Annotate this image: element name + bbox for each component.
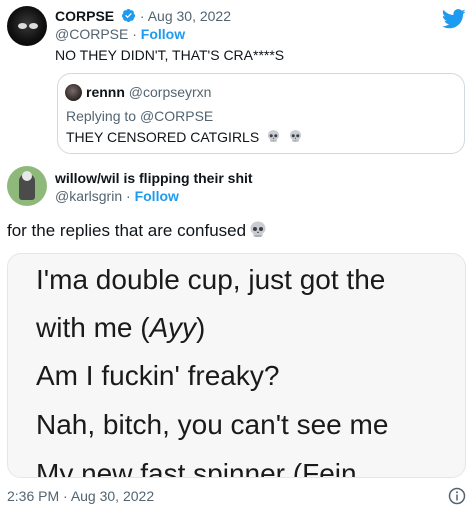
- main-handle-row: @CORPSE · Follow: [55, 26, 186, 42]
- replying-to-handle[interactable]: @CORPSE: [140, 108, 213, 124]
- tweet-media-image[interactable]: I'ma double cup, just got the with me (A…: [7, 253, 466, 478]
- footer-time: 2:36 PM: [7, 488, 60, 504]
- lyric-line-5: My new fast spinner (Fein: [36, 458, 357, 478]
- replying-to-prefix: Replying to: [66, 108, 140, 124]
- lyric-line-1: I'ma double cup, just got the: [36, 264, 386, 295]
- tweet-timestamp[interactable]: 2:36 PM · Aug 30, 2022: [7, 488, 154, 505]
- quoted-tweet-text-row: THEY CENSORED CATGIRLS: [66, 128, 303, 146]
- reply-tweet-text-row: for the replies that are confused: [7, 220, 268, 241]
- quoted-author-handle[interactable]: @corpseyrxn: [129, 84, 212, 100]
- tweet-card: CORPSE · Aug 30, 2022 @CORPSE · Follow N…: [0, 0, 474, 514]
- skull-emoji-icon: [289, 130, 302, 142]
- reply-handle-row: @karlsgrin · Follow: [55, 188, 179, 204]
- lyric-line-3: Am I fuckin' freaky?: [36, 360, 280, 391]
- info-icon[interactable]: [448, 487, 466, 505]
- replying-to-line: Replying to @CORPSE: [66, 108, 213, 125]
- main-author-name[interactable]: CORPSE: [55, 8, 114, 24]
- quoted-tweet-header: rennn @corpseyrxn: [86, 84, 211, 101]
- verified-badge-icon: [121, 8, 136, 23]
- lyric-line-2-suffix: ): [196, 312, 206, 343]
- lyric-line-4: Nah, bitch, you can't see me: [36, 409, 389, 440]
- quoted-author-name[interactable]: rennn: [86, 84, 125, 100]
- twitter-bird-icon[interactable]: [442, 9, 466, 29]
- footer-date: Aug 30, 2022: [70, 488, 155, 504]
- skull-emoji-icon: [250, 221, 266, 237]
- quoted-tweet[interactable]: rennn @corpseyrxn Replying to @CORPSE TH…: [57, 73, 465, 154]
- skull-emoji-icon: [267, 130, 280, 142]
- follow-willow-button[interactable]: Follow: [135, 188, 179, 204]
- separator: ·: [139, 8, 145, 24]
- main-tweet-text: NO THEY DIDN'T, THAT'S CRA****S: [55, 47, 285, 63]
- reply-author-name[interactable]: willow/wil is flipping their shit: [55, 170, 253, 187]
- corpse-avatar[interactable]: [7, 6, 47, 46]
- lyric-line-2-italic: Ayy: [149, 312, 197, 343]
- reply-tweet-text: for the replies that are confused: [7, 221, 247, 240]
- main-tweet-header: CORPSE · Aug 30, 2022: [55, 8, 231, 25]
- follow-corpse-button[interactable]: Follow: [141, 26, 185, 42]
- lyric-line-2: with me (Ayy): [36, 312, 205, 344]
- willow-avatar[interactable]: [7, 166, 47, 206]
- quoted-tweet-text: THEY CENSORED CATGIRLS: [66, 129, 260, 145]
- lyric-line-2-prefix: with me (: [36, 312, 150, 343]
- reply-author-handle[interactable]: @karlsgrin: [55, 188, 122, 204]
- main-author-handle[interactable]: @CORPSE: [55, 26, 128, 42]
- rennn-avatar[interactable]: [65, 84, 82, 101]
- main-tweet-date[interactable]: Aug 30, 2022: [148, 8, 231, 24]
